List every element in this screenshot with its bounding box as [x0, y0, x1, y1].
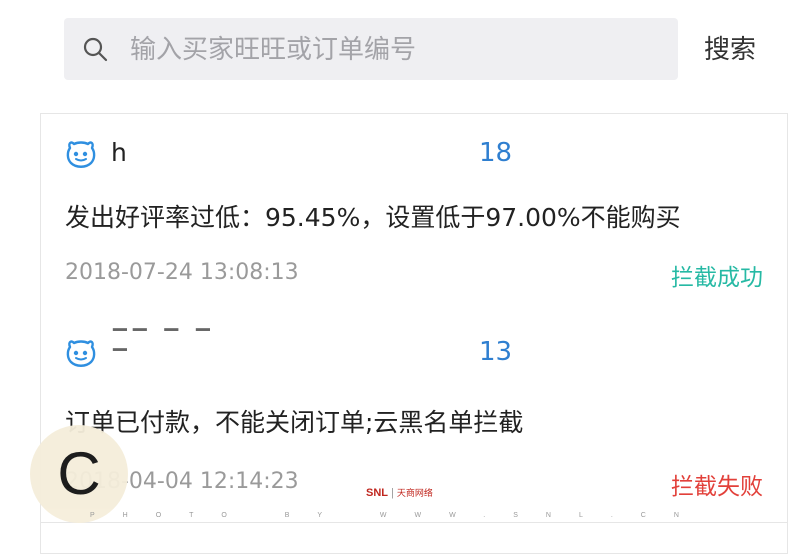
buyer-name: h [111, 138, 127, 167]
watermark-logo-text: SNL [366, 487, 388, 499]
search-bar[interactable] [64, 18, 678, 80]
intercept-status: 拦截失败 [671, 474, 763, 500]
watermark-line: PHOTO BY WWW.SNL.CN [90, 512, 707, 519]
overlay-badge: C [30, 425, 128, 523]
intercept-reason: 发出好评率过低：95.45%，设置低于97.00%不能购买 [65, 203, 681, 232]
order-timestamp: 2018-07-24 13:08:13 [65, 260, 299, 285]
intercept-reason: 订单已付款，不能关闭订单;云黑名单拦截 [65, 408, 524, 437]
watermark-logo-cn: 天商网络 [396, 488, 433, 498]
intercept-status: 拦截成功 [671, 265, 763, 291]
redacted-buyer-name-fragment: ▔ [113, 349, 133, 370]
order-number: 18 [479, 138, 513, 168]
order-number: 13 [479, 337, 513, 367]
redacted-buyer-name: ▔▔ ▔ ▔ [113, 329, 216, 350]
order-card-partial [40, 522, 788, 554]
overlay-badge-letter: C [57, 440, 101, 507]
wangwang-icon [66, 340, 96, 367]
order-card[interactable]: h 18 发出好评率过低：95.45%，设置低于97.00%不能购买 2018-… [40, 113, 788, 315]
search-icon [83, 37, 108, 62]
search-input[interactable] [128, 28, 662, 72]
wangwang-icon [66, 141, 96, 168]
watermark-logo: SNL | 天商网络 [366, 487, 433, 499]
search-button[interactable]: 搜索 [704, 30, 756, 70]
